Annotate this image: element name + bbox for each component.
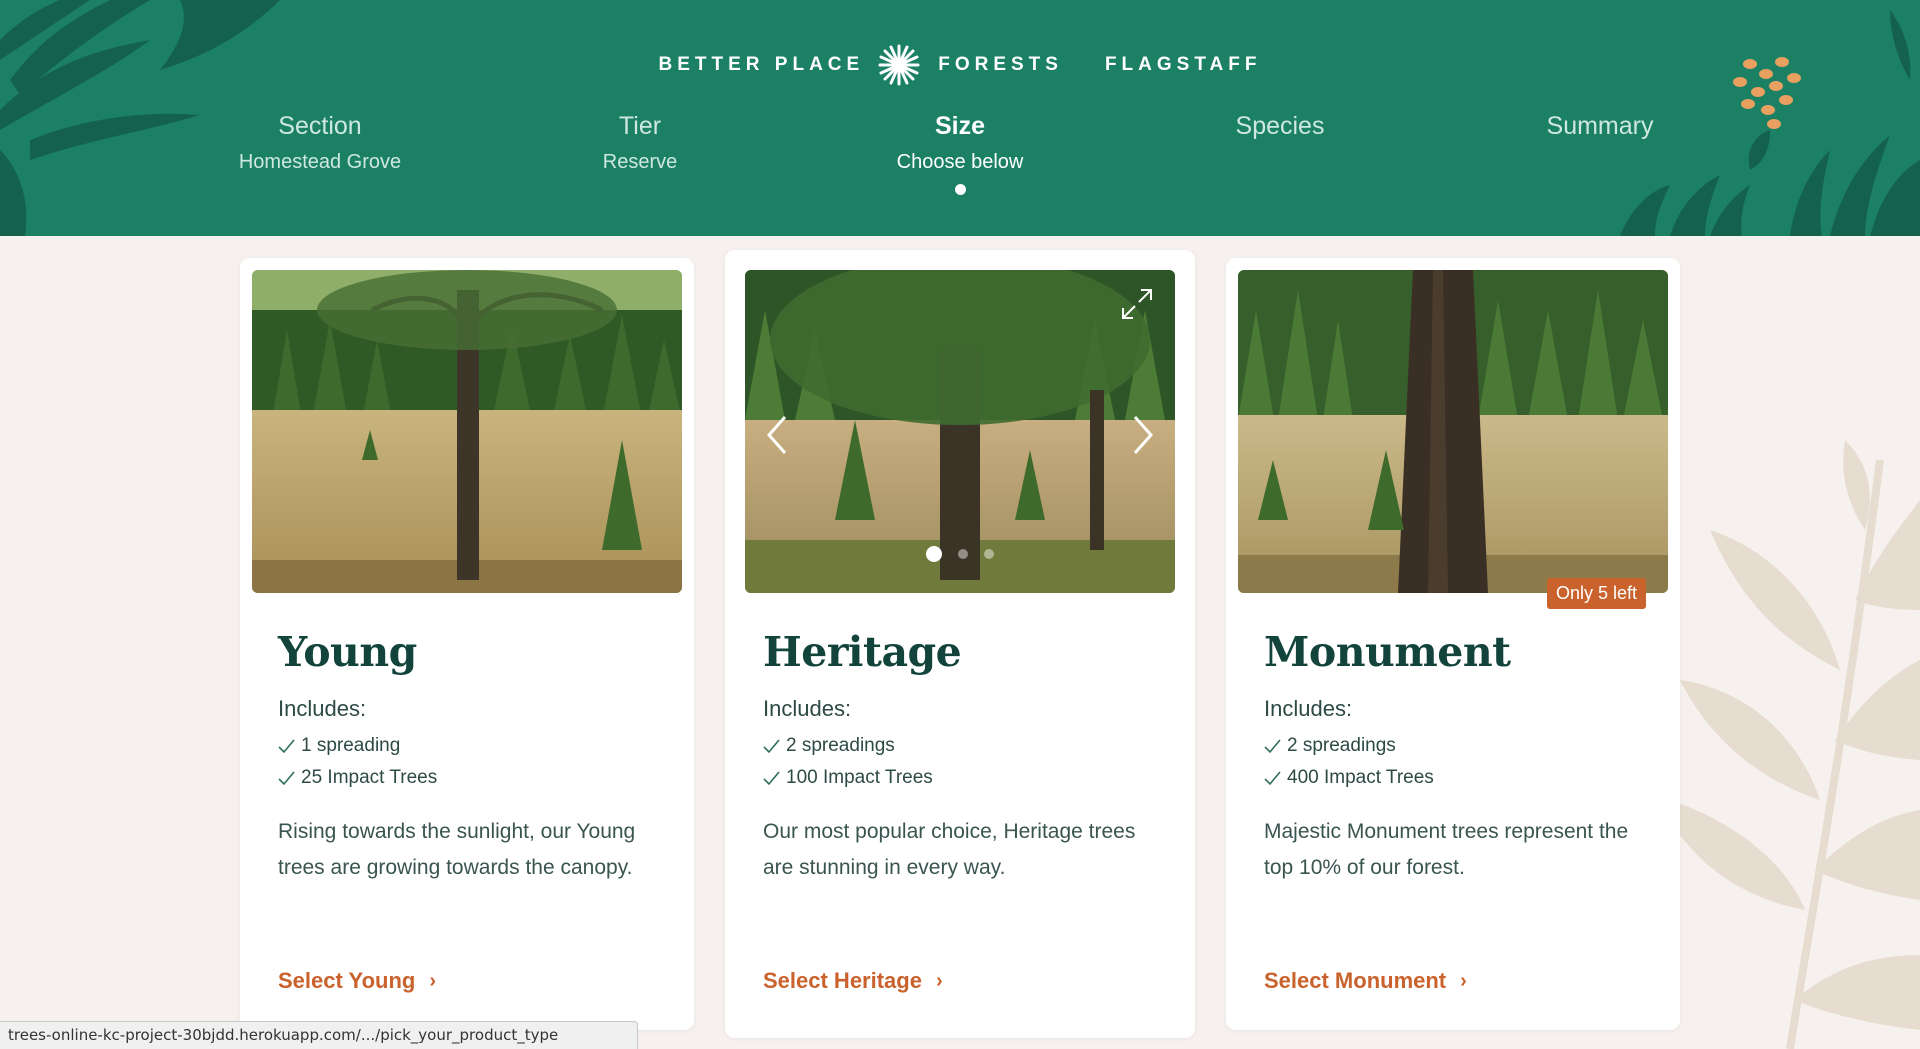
brand-logo[interactable]: BETTER PLACE FORESTS FLAGSTAFF — [0, 44, 1920, 86]
includes-list: 2 spreadings 100 Impact Trees — [763, 730, 1165, 794]
step-title: Size — [934, 112, 986, 140]
list-item: 100 Impact Trees — [763, 762, 1165, 794]
select-young-link[interactable]: Select Young › — [278, 968, 436, 994]
select-link-label: Select Young — [278, 968, 416, 993]
list-item: 1 spreading — [278, 730, 664, 762]
carousel-prev-button[interactable] — [757, 410, 797, 460]
card-description: Majestic Monument trees represent the to… — [1264, 820, 1629, 879]
card-description: Our most popular choice, Heritage trees … — [763, 820, 1136, 879]
brand-name-left: BETTER PLACE — [658, 54, 865, 75]
list-item: 25 Impact Trees — [278, 762, 664, 794]
include-text: 100 Impact Trees — [786, 767, 933, 788]
includes-label: Includes: — [763, 696, 852, 721]
product-card-young: Young Includes: 1 spreading 25 Impact Tr… — [240, 258, 694, 1030]
checkmark-icon — [278, 738, 295, 753]
step-subtitle: Choose below — [896, 151, 1024, 173]
product-photo — [252, 270, 682, 593]
step-section[interactable]: Section Homestead Grove — [170, 112, 470, 174]
select-monument-link[interactable]: Select Monument › — [1264, 968, 1467, 994]
checkmark-icon — [1264, 770, 1281, 785]
card-description: Rising towards the sunlight, our Young t… — [278, 820, 636, 879]
carousel-next-button[interactable] — [1123, 410, 1163, 460]
forest-photo-icon — [745, 270, 1175, 593]
include-text: 2 spreadings — [786, 735, 895, 756]
step-title: Section — [278, 112, 362, 140]
chevron-right-icon — [1133, 416, 1154, 454]
carousel-dot[interactable] — [984, 549, 994, 559]
list-item: 2 spreadings — [1264, 730, 1650, 762]
card-title: Heritage — [763, 628, 962, 676]
step-species[interactable]: Species — [1130, 112, 1430, 141]
card-body: Monument Includes: 2 spreadings 400 Impa… — [1264, 628, 1650, 886]
carousel-dot[interactable] — [926, 546, 942, 562]
site-header: BETTER PLACE FORESTS FLAGSTAFF Section H… — [0, 0, 1920, 236]
leaf-background-icon — [1670, 440, 1920, 1049]
checkmark-icon — [763, 770, 780, 785]
browser-status-bar: trees-online-kc-project-30bjdd.herokuapp… — [0, 1021, 638, 1049]
location-label: FLAGSTAFF — [1104, 54, 1262, 75]
card-body: Heritage Includes: 2 spreadings 100 Impa… — [763, 628, 1165, 886]
includes-label: Includes: — [278, 696, 367, 721]
includes-label: Includes: — [1264, 696, 1353, 721]
brand-name-right: FORESTS — [938, 54, 1063, 75]
include-text: 2 spreadings — [1287, 735, 1396, 756]
carousel-dot[interactable] — [958, 549, 968, 559]
step-size[interactable]: Size Choose below — [810, 112, 1110, 195]
product-card-heritage: Heritage Includes: 2 spreadings 100 Impa… — [725, 250, 1195, 1038]
includes-list: 2 spreadings 400 Impact Trees — [1264, 730, 1650, 794]
chevron-right-icon: › — [935, 969, 943, 992]
active-step-indicator — [954, 184, 966, 195]
forest-photo-icon — [252, 270, 682, 593]
select-link-label: Select Monument — [1264, 968, 1447, 993]
chevron-left-icon — [766, 416, 787, 454]
step-title: Species — [1235, 112, 1325, 140]
stock-badge: Only 5 left — [1546, 578, 1646, 609]
include-text: 1 spreading — [301, 735, 401, 756]
card-title: Monument — [1264, 628, 1511, 676]
expand-icon — [1122, 289, 1152, 319]
select-link-label: Select Heritage — [763, 968, 922, 993]
checkmark-icon — [1264, 738, 1281, 753]
select-heritage-link[interactable]: Select Heritage › — [763, 968, 943, 994]
card-title: Young — [278, 628, 417, 676]
step-subtitle: Reserve — [602, 151, 678, 173]
checkmark-icon — [278, 770, 295, 785]
chevron-right-icon: › — [1460, 969, 1467, 992]
chevron-right-icon: › — [429, 969, 436, 992]
includes-list: 1 spreading 25 Impact Trees — [278, 730, 664, 794]
step-title: Summary — [1546, 112, 1654, 140]
step-title: Tier — [618, 112, 662, 140]
list-item: 400 Impact Trees — [1264, 762, 1650, 794]
card-body: Young Includes: 1 spreading 25 Impact Tr… — [278, 628, 664, 886]
forest-photo-icon — [1238, 270, 1668, 593]
product-card-monument: Only 5 left Monument Includes: 2 spreadi… — [1226, 258, 1680, 1030]
carousel-dots — [745, 546, 1175, 562]
step-subtitle: Homestead Grove — [238, 151, 402, 173]
step-tier[interactable]: Tier Reserve — [490, 112, 790, 174]
include-text: 400 Impact Trees — [1287, 767, 1434, 788]
checkmark-icon — [763, 738, 780, 753]
product-photo — [1238, 270, 1668, 593]
starburst-logo-icon — [878, 44, 920, 86]
step-summary[interactable]: Summary — [1450, 112, 1750, 141]
expand-image-button[interactable] — [1119, 286, 1155, 322]
product-carousel — [745, 270, 1175, 593]
list-item: 2 spreadings — [763, 730, 1165, 762]
include-text: 25 Impact Trees — [301, 767, 438, 788]
